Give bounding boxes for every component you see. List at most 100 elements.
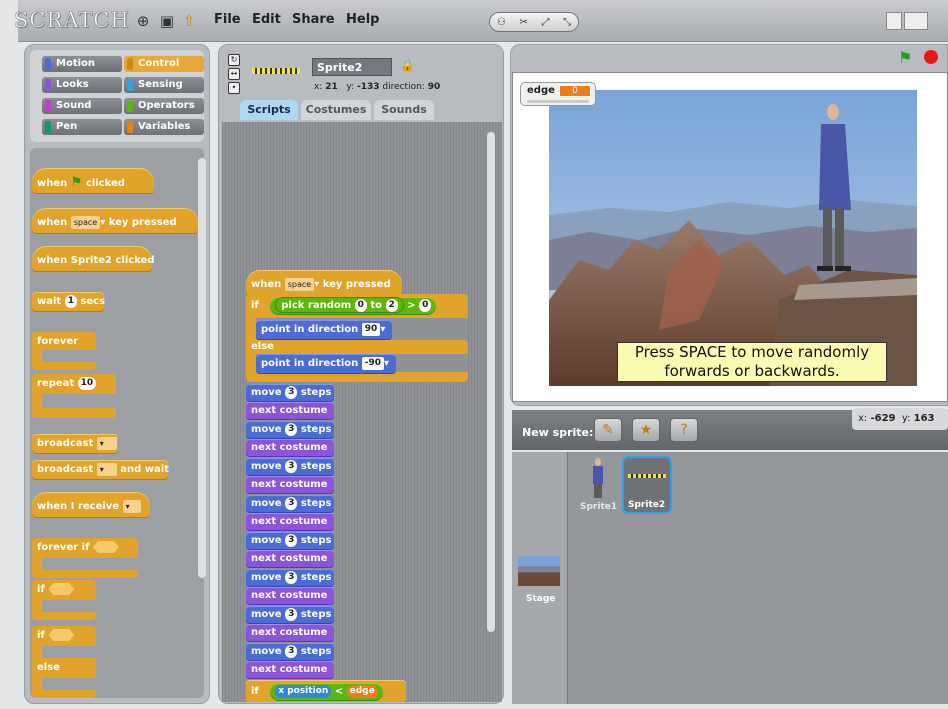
when-key-pressed-block[interactable]: when space ▾ key pressed (32, 208, 198, 234)
sprite1-thumbnail[interactable] (590, 458, 606, 498)
menu-help[interactable]: Help (346, 12, 379, 27)
next-costume-block[interactable]: next costume (246, 402, 334, 420)
move-steps-block[interactable]: move 3 steps (246, 458, 334, 476)
next-costume-block[interactable]: next costume (246, 661, 334, 679)
green-flag-icon[interactable]: ⚑ (898, 48, 912, 67)
next-costume-block[interactable]: next costume (246, 476, 334, 494)
tab-sounds[interactable]: Sounds (374, 100, 434, 120)
next-costume-block[interactable]: next costume (246, 624, 334, 642)
sprite-name-field[interactable]: Sprite2 (312, 58, 392, 76)
normal-stage-icon[interactable] (904, 12, 928, 30)
condition-slot[interactable] (48, 629, 75, 641)
paint-sprite-button[interactable]: ✎ (594, 418, 622, 442)
when-key-pressed-hat[interactable]: when space ▾ key pressed (246, 270, 402, 296)
x-position-reporter[interactable]: x position (275, 684, 332, 698)
forever-block[interactable]: forever (32, 332, 96, 370)
steps-input[interactable]: 3 (285, 422, 298, 436)
random-from-input[interactable]: 0 (354, 298, 367, 312)
move-steps-block[interactable]: move 3 steps (246, 606, 334, 624)
random-to-input[interactable]: 2 (385, 298, 398, 312)
category-pen[interactable]: Pen (42, 119, 122, 135)
menu-share[interactable]: Share (292, 12, 335, 27)
steps-input[interactable]: 3 (285, 385, 298, 399)
menu-edit[interactable]: Edit (252, 12, 281, 27)
condition-slot[interactable] (92, 541, 119, 553)
pick-random-operator[interactable]: pick random 0 to 2 (275, 297, 404, 313)
forever-if-block[interactable]: forever if (32, 538, 138, 578)
choose-sprite-button[interactable]: ★ (632, 418, 660, 442)
category-motion[interactable]: Motion (42, 56, 122, 72)
broadcast-and-wait-block[interactable]: broadcast ▾ and wait (32, 460, 169, 480)
script-area[interactable]: when space ▾ key pressed if pick random 0… (222, 122, 502, 702)
steps-input[interactable]: 3 (285, 644, 298, 658)
sprite2-tile[interactable]: Sprite2 (622, 456, 672, 514)
next-costume-block[interactable]: next costume (246, 439, 334, 457)
move-steps-block[interactable]: move 3 steps (246, 421, 334, 439)
greater-than-operator[interactable]: pick random 0 to 2 > 0 (270, 297, 437, 315)
category-looks[interactable]: Looks (42, 77, 122, 93)
broadcast-block[interactable]: broadcast ▾ (32, 434, 118, 454)
key-dropdown[interactable]: space (284, 277, 315, 291)
key-dropdown[interactable]: space (70, 215, 101, 229)
steps-input[interactable]: 3 (285, 459, 298, 473)
steps-input[interactable]: 3 (285, 496, 298, 510)
message-dropdown[interactable]: ▾ (96, 462, 117, 476)
random-sprite-button[interactable]: ? (670, 418, 698, 442)
if-else-block[interactable]: if else (32, 626, 96, 698)
steps-input[interactable]: 3 (285, 607, 298, 621)
direction-dropdown[interactable]: 90 (361, 322, 381, 336)
category-sound[interactable]: Sound (42, 98, 122, 114)
move-steps-block[interactable]: move 3 steps (246, 569, 334, 587)
condition-slot[interactable] (48, 583, 75, 595)
share-icon[interactable]: ⇧ (180, 12, 198, 30)
delete-icon[interactable]: ✂ (519, 17, 527, 28)
move-steps-block[interactable]: move 3 steps (246, 532, 334, 550)
duplicate-icon[interactable]: ⚇ (497, 17, 506, 28)
stage-thumbnail[interactable] (518, 556, 560, 586)
edge-variable-monitor[interactable]: edge 0 (520, 82, 596, 106)
save-icon[interactable]: ▣ (158, 12, 176, 30)
small-stage-icon[interactable] (886, 12, 902, 30)
if-else-script-block[interactable]: if pick random 0 to 2 > 0 point in direc… (246, 294, 468, 382)
category-operators[interactable]: Operators (124, 98, 204, 114)
when-flag-clicked-block[interactable]: when ⚑ clicked (32, 168, 154, 194)
direction-dropdown[interactable]: -90 (361, 356, 385, 370)
steps-input[interactable]: 3 (285, 570, 298, 584)
message-dropdown[interactable]: ▾ (96, 436, 117, 450)
wait-input[interactable]: 1 (64, 294, 77, 308)
rotate-style-flip-icon[interactable]: ↔ (228, 68, 240, 80)
rotate-style-full-icon[interactable]: ↻ (228, 54, 240, 66)
repeat-input[interactable]: 10 (77, 376, 97, 390)
shrink-icon[interactable]: ⤡ (563, 17, 571, 28)
next-costume-block[interactable]: next costume (246, 550, 334, 568)
scripts-scrollbar[interactable] (487, 132, 495, 632)
if-x-position-block[interactable]: if x position < edge (246, 680, 406, 702)
point-in-direction-block[interactable]: point in direction 90 ▾ (256, 320, 392, 340)
category-control[interactable]: Control (124, 56, 204, 72)
next-costume-block[interactable]: next costume (246, 513, 334, 531)
point-in-direction-block[interactable]: point in direction -90 ▾ (256, 354, 396, 374)
move-steps-block[interactable]: move 3 steps (246, 384, 334, 402)
when-sprite-clicked-block[interactable]: when Sprite2 clicked (32, 246, 155, 272)
message-dropdown[interactable]: ▾ (122, 499, 141, 513)
steps-input[interactable]: 3 (285, 533, 298, 547)
globe-icon[interactable]: ⊕ (134, 12, 152, 30)
tab-costumes[interactable]: Costumes (301, 100, 371, 120)
repeat-block[interactable]: repeat 10 (32, 374, 116, 418)
if-block[interactable]: if (32, 580, 96, 620)
wait-block[interactable]: wait 1 secs (32, 292, 105, 312)
category-sensing[interactable]: Sensing (124, 77, 204, 93)
move-steps-block[interactable]: move 3 steps (246, 643, 334, 661)
category-variables[interactable]: Variables (124, 119, 204, 135)
stop-icon[interactable] (924, 50, 938, 64)
monitor-slider[interactable] (527, 100, 589, 103)
rotate-style-none-icon[interactable]: • (228, 82, 240, 94)
menu-file[interactable]: File (214, 12, 241, 27)
palette-scrollbar[interactable] (198, 158, 206, 578)
move-steps-block[interactable]: move 3 steps (246, 495, 334, 513)
compare-input[interactable]: 0 (419, 298, 432, 312)
tab-scripts[interactable]: Scripts (240, 100, 298, 120)
lock-icon[interactable]: 🔒 (400, 58, 415, 72)
less-than-operator[interactable]: x position < edge (270, 683, 383, 701)
when-i-receive-block[interactable]: when I receive ▾ (32, 492, 150, 518)
